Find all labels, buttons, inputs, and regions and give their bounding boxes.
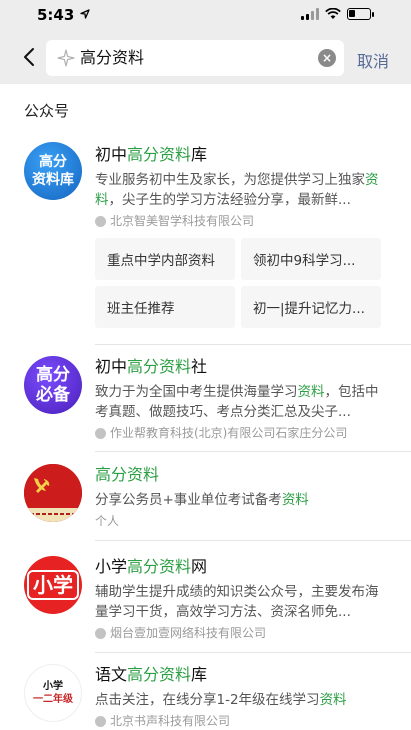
status-bar: 5:43 (0, 0, 411, 30)
section-title: 公众号 (24, 102, 70, 120)
result-title[interactable]: 高分资料 (95, 464, 383, 486)
wifi-icon (325, 8, 341, 19)
result-description: 致力于为全国中考生提供海量学习资料，包括中考真题、做题技巧、考点分类汇总及尖子.… (95, 384, 379, 420)
signal-icon (301, 8, 319, 20)
sparkle-search-icon (57, 49, 75, 67)
search-bar: × 取消 (0, 30, 411, 84)
status-time: 5:43 (37, 6, 90, 24)
battery-icon (347, 8, 374, 20)
verified-icon (95, 215, 106, 227)
back-arrow-icon (24, 48, 34, 66)
search-box[interactable]: × (46, 40, 344, 76)
menu-item[interactable]: 重点中学内部资料 (95, 238, 235, 280)
account-avatar: 小学 (24, 556, 82, 614)
result-company: 个人 (95, 514, 120, 528)
divider (95, 344, 411, 345)
menu-item[interactable]: 初一|提升记忆力... (241, 286, 381, 328)
account-avatar: 高分 资料库 (24, 142, 82, 200)
result-description: 分享公务员+事业单位考试备考资料 (95, 492, 309, 508)
result-company: 作业帮教育科技(北京)有限公司石家庄分公司 (95, 424, 383, 442)
account-avatar: 高分 必备 (24, 356, 82, 414)
status-icons (301, 8, 374, 20)
account-avatar: 小学 一二年级 (24, 664, 82, 722)
account-avatar (24, 464, 82, 522)
avatar-text-line: 小学 (43, 681, 63, 692)
divider (95, 652, 411, 653)
cancel-button[interactable]: 取消 (357, 48, 389, 72)
avatar-text-line: 高分 (36, 365, 70, 385)
menu-item[interactable]: 领初中9科学习... (241, 238, 381, 280)
search-input[interactable] (80, 40, 300, 76)
location-arrow-icon (79, 9, 90, 19)
avatar-text: 小学 (27, 570, 79, 600)
result-description: 点击关注，在线分享1-2年级在线学习资料 (95, 692, 347, 708)
result-company: 北京书声科技有限公司 (95, 712, 383, 730)
divider (95, 451, 411, 452)
avatar-text-line: 资料库 (32, 172, 74, 188)
verified-icon (95, 715, 106, 727)
menu-item[interactable]: 班主任推荐 (95, 286, 235, 328)
divider (95, 540, 411, 541)
result-company: 北京智美智学科技有限公司 (95, 212, 383, 230)
result-description: 专业服务初中生及家长，为您提供学习上独家资料，尖子生的学习方法经验分享，最新鲜.… (95, 172, 379, 208)
result-title[interactable]: 语文高分资料库 (95, 664, 383, 686)
result-title[interactable]: 初中高分资料社 (95, 356, 383, 378)
verified-icon (95, 627, 106, 639)
result-title[interactable]: 小学高分资料网 (95, 556, 383, 578)
party-emblem-icon (24, 464, 82, 522)
result-description: 辅助学生提升成绩的知识类公众号，主要发布海量学习干货，高效学习方法、资深名师免.… (95, 584, 379, 620)
avatar-text-line: 必备 (36, 385, 70, 405)
back-button[interactable] (18, 44, 40, 70)
result-company: 烟台壹加壹网络科技有限公司 (95, 624, 383, 642)
avatar-text-line: 一二年级 (33, 694, 73, 705)
verified-icon (95, 427, 106, 439)
account-menu-grid: 重点中学内部资料 领初中9科学习... 班主任推荐 初一|提升记忆力... (95, 238, 381, 328)
status-time-text: 5:43 (37, 6, 75, 24)
avatar-text-line: 高分 (39, 154, 67, 170)
result-title[interactable]: 初中高分资料库 (95, 144, 383, 166)
clear-icon[interactable]: × (318, 49, 336, 67)
